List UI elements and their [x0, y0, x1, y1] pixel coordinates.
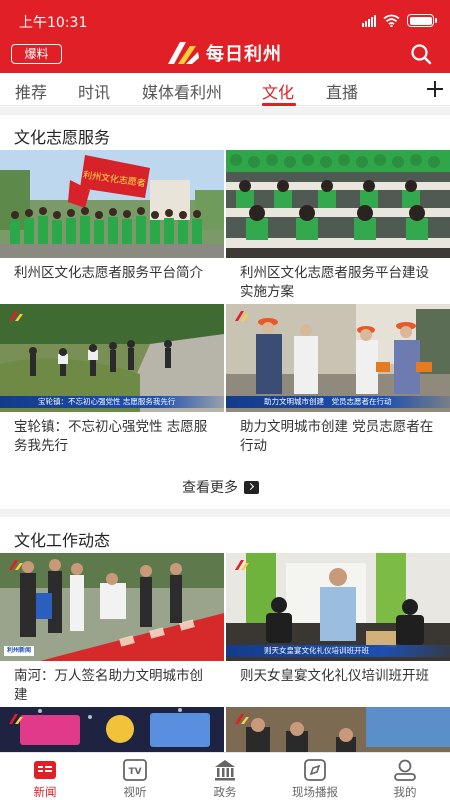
article-card[interactable]: 利州新闻 助力文明城市创建 党员志愿者在行动 助力文明城市创建 党员志愿者在行动 [226, 304, 450, 458]
app-title: 每日利州 [206, 44, 282, 65]
see-more-button[interactable]: 查看更多 [182, 477, 259, 497]
nav-profile-label: 我的 [393, 785, 417, 799]
category-tabs: 推荐 时讯 媒体看利州 文化 直播 [0, 73, 450, 106]
status-time: 上午10:31 [19, 15, 88, 31]
app-header: 上午10:31 爆料 每日利州 [0, 0, 450, 73]
news-logo-badge: 利州新闻 [4, 646, 34, 656]
tv-icon: TV [123, 759, 147, 781]
battery-icon [407, 14, 437, 27]
article-title: 利州区文化志愿者服务平台建设实施方案 [240, 265, 429, 300]
article-card[interactable]: 利州文化志愿者 利州区文化志愿者服务平台简介 [0, 150, 224, 304]
app-logo: 每日利州 [166, 40, 282, 66]
chevron-right-icon [244, 480, 259, 494]
wifi-icon [383, 14, 400, 27]
user-profile-icon [394, 759, 416, 781]
active-tab-indicator [262, 103, 296, 106]
article-thumbnail: 利州新闻 助力文明城市创建 党员志愿者在行动 [226, 304, 450, 412]
article-title: 利州区文化志愿者服务平台简介 [14, 265, 203, 281]
article-title: 则天女皇宴文化礼仪培训班开班 [240, 668, 429, 684]
tab-live[interactable]: 直播 [326, 79, 358, 103]
nav-live-report-label: 现场播报 [292, 785, 338, 799]
channel-logo-icon [9, 714, 23, 724]
signal-icon [362, 14, 376, 27]
article-title: 南河：万人签名助力文明城市创建 [14, 668, 203, 703]
article-thumbnail: 利州新闻 [0, 553, 224, 661]
bottom-navigation: 新闻 TV 视听 政务 现场播报 我的 [0, 752, 450, 800]
live-report-icon [304, 759, 326, 781]
article-card[interactable]: 利州新闻 南河：万人签名助力文明城市创建 [0, 553, 224, 707]
svg-text:TV: TV [128, 767, 141, 777]
government-building-icon [215, 760, 235, 781]
status-bar: 上午10:31 [0, 0, 450, 38]
article-thumbnail: 利州新闻 宝轮镇：不忘初心强党性 志愿服务我先行 [0, 304, 224, 412]
search-icon[interactable] [410, 43, 432, 65]
nav-government[interactable]: 政务 [180, 753, 270, 800]
tab-recommend[interactable]: 推荐 [15, 79, 47, 103]
divider [0, 509, 450, 517]
article-thumbnail: 利州新闻 则天女皇宴文化礼仪培训班开班 [226, 553, 450, 661]
article-thumbnail: 利州文化志愿者 [0, 150, 224, 258]
channel-logo-icon [235, 560, 249, 570]
nav-news-label: 新闻 [33, 785, 57, 799]
channel-logo-icon [9, 560, 23, 570]
tab-culture[interactable]: 文化 [262, 79, 294, 103]
article-card[interactable]: 利州新闻 宝轮镇：不忘初心强党性 志愿服务我先行 宝轮镇：不忘初心强党性 志愿服… [0, 304, 224, 458]
news-icon [34, 761, 56, 779]
tab-news-brief[interactable]: 时讯 [78, 79, 110, 103]
article-card[interactable]: 利州新闻 则天女皇宴文化礼仪培训班开班 则天女皇宴文化礼仪培训班开班 [226, 553, 450, 707]
app-logo-icon [168, 42, 199, 64]
status-icons [362, 14, 437, 27]
video-caption: 则天女皇宴文化礼仪培训班开班 [226, 645, 450, 657]
tab-media-lizhou[interactable]: 媒体看利州 [142, 79, 222, 103]
nav-profile[interactable]: 我的 [360, 753, 450, 800]
article-title: 助力文明城市创建 党员志愿者在行动 [240, 419, 434, 454]
video-caption: 助力文明城市创建 党员志愿者在行动 [226, 396, 450, 408]
video-caption: 宝轮镇：不忘初心强党性 志愿服务我先行 [0, 396, 224, 408]
report-button[interactable]: 爆料 [11, 44, 62, 64]
article-thumbnail [226, 150, 450, 258]
nav-video[interactable]: TV 视听 [90, 753, 180, 800]
divider [0, 107, 450, 115]
channel-logo-icon [235, 714, 249, 724]
channel-logo-icon [9, 311, 23, 321]
section-title-culture-news: 文化工作动态 [14, 531, 111, 550]
article-card[interactable]: 利州区文化志愿者服务平台建设实施方案 [226, 150, 450, 304]
nav-government-label: 政务 [213, 785, 237, 799]
section-title-volunteer: 文化志愿服务 [14, 128, 111, 147]
nav-video-label: 视听 [123, 785, 147, 799]
see-more-label: 查看更多 [182, 480, 238, 496]
nav-news[interactable]: 新闻 [0, 753, 90, 800]
channel-logo-icon [235, 311, 249, 321]
add-channel-icon[interactable] [425, 79, 445, 99]
nav-live-report[interactable]: 现场播报 [270, 753, 360, 800]
article-title: 宝轮镇：不忘初心强党性 志愿服务我先行 [14, 419, 208, 454]
